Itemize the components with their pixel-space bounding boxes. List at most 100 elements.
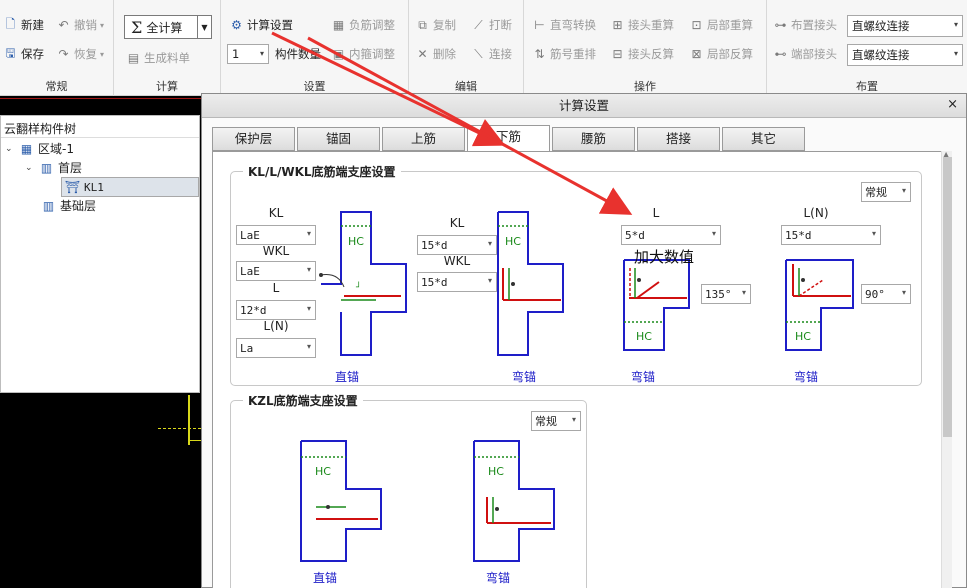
group-ops: ⊢ 直弯转换 ⇅ 筋号重排 ⊞ 接头重算 ⊟ 接头反算 ⊡ 局部重算 ⊠ 局部反… — [524, 0, 767, 96]
hc-label: HC — [505, 235, 521, 248]
scrollbar-thumb[interactable] — [943, 157, 952, 437]
end-joint-button[interactable]: ⊷ 端部接头 — [773, 44, 838, 64]
angle-135-select[interactable]: 135° ▾ — [701, 284, 751, 304]
group-calc: Σ 全计算 ▼ ▤ 生成料单 计算 — [114, 0, 221, 96]
caption-kzl-straight: 直锚 — [313, 571, 338, 585]
tree-item-kl1[interactable]: ⛩ KL1 — [61, 177, 199, 197]
reorder-icon: ⇅ — [534, 47, 545, 61]
delete-button[interactable]: ✕ 删除 — [415, 44, 456, 64]
svg-text:┘: ┘ — [355, 281, 361, 293]
straight-bend-icon: ⊢ — [534, 18, 545, 32]
tree-item-floor-1[interactable]: ⌄ ▥ 首层 — [25, 158, 82, 177]
chevron-down-icon: ▾ — [306, 229, 311, 238]
label-kl-bend: KL — [449, 216, 465, 230]
group-label-layout: 布置 — [856, 80, 878, 93]
ln-bend-select[interactable]: 15*d ▾ — [781, 225, 881, 245]
tab-bottom-rebar[interactable]: 下筋 — [467, 125, 550, 152]
collapse-icon[interactable]: ⌄ — [25, 163, 35, 173]
member-count-select[interactable]: 1 ▾ — [227, 44, 269, 64]
tab-anchor[interactable]: 锚固 — [297, 127, 380, 151]
redo-icon: ↷ — [58, 47, 69, 61]
calc-all-button[interactable]: Σ 全计算 ▼ — [124, 15, 212, 39]
chevron-down-icon: ▾ — [487, 276, 492, 285]
dialog-scrollbar[interactable]: ▲ — [941, 150, 952, 588]
l-straight-select[interactable]: 12*d ▾ — [236, 300, 316, 320]
end-joint-icon: ⊷ — [774, 47, 787, 61]
connect-button[interactable]: ⟍ 连接 — [471, 44, 512, 64]
redo-button[interactable]: ↷ 恢复 ▾ — [56, 44, 104, 64]
stirrup-adjust-button[interactable]: ▣ 内箍调整 — [331, 44, 395, 64]
collapse-icon[interactable]: ⌄ — [5, 144, 15, 154]
joint-type-select-1[interactable]: 直螺纹连接 ▾ — [847, 15, 963, 37]
kl-bend-select[interactable]: 15*d ▾ — [417, 235, 497, 255]
wkl-straight-select[interactable]: LaE ▾ — [236, 261, 316, 281]
chevron-down-icon: ▾ — [953, 49, 958, 58]
hc-label: HC — [636, 330, 652, 343]
chevron-down-icon: ▾ — [487, 239, 492, 248]
joint-reverse-icon: ⊟ — [612, 47, 623, 61]
angle-90-select[interactable]: 90° ▾ — [861, 284, 911, 304]
caption-bend: 弯锚 — [512, 370, 537, 384]
straight-bend-button[interactable]: ⊢ 直弯转换 — [532, 15, 596, 35]
calc-settings-dialog: 计算设置 × 保护层 锚固 上筋 下筋 腰筋 搭接 其它 KL/L/WKL底筋端… — [201, 93, 967, 588]
section2-mode-select[interactable]: 常规 ▾ — [531, 411, 581, 431]
tree-item-foundation[interactable]: ▥ 基础层 — [41, 196, 96, 215]
section1-mode-select[interactable]: 常规 ▾ — [861, 182, 911, 202]
copy-button[interactable]: ⧉ 复制 — [415, 15, 456, 35]
chevron-down-icon: ▾ — [711, 229, 716, 238]
joint-reverse-button[interactable]: ⊟ 接头反算 — [610, 44, 674, 64]
wkl-bend-select[interactable]: 15*d ▾ — [417, 272, 497, 292]
ribbon-toolbar: 🗋 新建 🖫 保存 ↶ 撤销 ▾ ↷ 恢复 ▾ 常规 Σ 全计算 ▼ ▤ 生成料… — [0, 0, 967, 96]
caption-kzl-bend: 弯锚 — [486, 571, 511, 585]
caption-bend-135: 弯锚 — [631, 370, 656, 384]
place-joint-button[interactable]: ⊶ 布置接头 — [773, 15, 838, 35]
local-reverse-button[interactable]: ⊠ 局部反算 — [689, 44, 753, 64]
label-ln-bend: L(N) — [803, 206, 829, 220]
kl-bottom-section: KL/L/WKL底筋端支座设置 常规 ▾ KL LaE ▾ WKL LaE ▾ … — [230, 163, 922, 386]
chevron-down-icon: ▾ — [571, 415, 576, 424]
rebar-icon: ▦ — [332, 18, 345, 32]
group-label-calc: 计算 — [156, 80, 178, 93]
member-count-label: 构件数量 — [275, 47, 321, 61]
save-button[interactable]: 🖫 保存 — [3, 44, 44, 64]
tree-item-region[interactable]: ⌄ ▦ 区域-1 — [5, 139, 74, 158]
tab-lap[interactable]: 搭接 — [637, 127, 720, 151]
tab-other[interactable]: 其它 — [722, 127, 805, 151]
joint-recalc-button[interactable]: ⊞ 接头重算 — [610, 15, 674, 35]
neg-adjust-button[interactable]: ▦ 负筋调整 — [331, 15, 395, 35]
list-icon: ▤ — [127, 51, 140, 65]
group-general: 🗋 新建 🖫 保存 ↶ 撤销 ▾ ↷ 恢复 ▾ 常规 — [0, 0, 114, 96]
rebar-reorder-button[interactable]: ⇅ 筋号重排 — [532, 44, 596, 64]
group-settings: ⚙ 计算设置 1 ▾ 构件数量 ▦ 负筋调整 ▣ 内箍调整 设置 — [221, 0, 409, 96]
close-icon[interactable]: × — [947, 97, 958, 112]
group-label-edit: 编辑 — [455, 80, 477, 93]
tree-title: 云翻样构件树 — [1, 116, 199, 138]
l-bend-select[interactable]: 5*d ▾ — [621, 225, 721, 245]
chevron-down-icon[interactable]: ▼ — [197, 16, 211, 38]
break-icon: ⟋ — [474, 17, 483, 32]
tab-top-rebar[interactable]: 上筋 — [382, 127, 465, 151]
canvas-line — [158, 428, 201, 429]
hc-label: HC — [488, 465, 504, 478]
local-reverse-icon: ⊠ — [691, 47, 702, 61]
joint-icon: ⊞ — [612, 18, 623, 32]
tab-waist-rebar[interactable]: 腰筋 — [552, 127, 635, 151]
joint-type-select-2[interactable]: 直螺纹连接 ▾ — [847, 44, 963, 66]
kl-straight-select[interactable]: LaE ▾ — [236, 225, 316, 245]
undo-button[interactable]: ↶ 撤销 ▾ — [56, 15, 104, 35]
new-icon: 🗋 — [5, 16, 16, 31]
label-l-bend: L — [652, 206, 660, 220]
place-joint-icon: ⊶ — [774, 18, 787, 32]
floor-icon: ▥ — [40, 160, 53, 175]
hook-135-diagram: HC — [623, 259, 690, 351]
undo-icon: ↶ — [58, 18, 69, 32]
new-button[interactable]: 🗋 新建 — [3, 15, 44, 35]
caption-bend-90: 弯锚 — [794, 370, 819, 384]
tab-cover[interactable]: 保护层 — [212, 127, 295, 151]
ln-straight-select[interactable]: La ▾ — [236, 338, 316, 358]
local-recalc-button[interactable]: ⊡ 局部重算 — [689, 15, 753, 35]
generate-list-button[interactable]: ▤ 生成料单 — [126, 48, 190, 68]
group-edit: ⧉ 复制 ✕ 删除 ⟋ 打断 ⟍ 连接 编辑 — [409, 0, 524, 96]
calc-settings-button[interactable]: ⚙ 计算设置 — [229, 15, 293, 35]
break-button[interactable]: ⟋ 打断 — [471, 15, 512, 35]
